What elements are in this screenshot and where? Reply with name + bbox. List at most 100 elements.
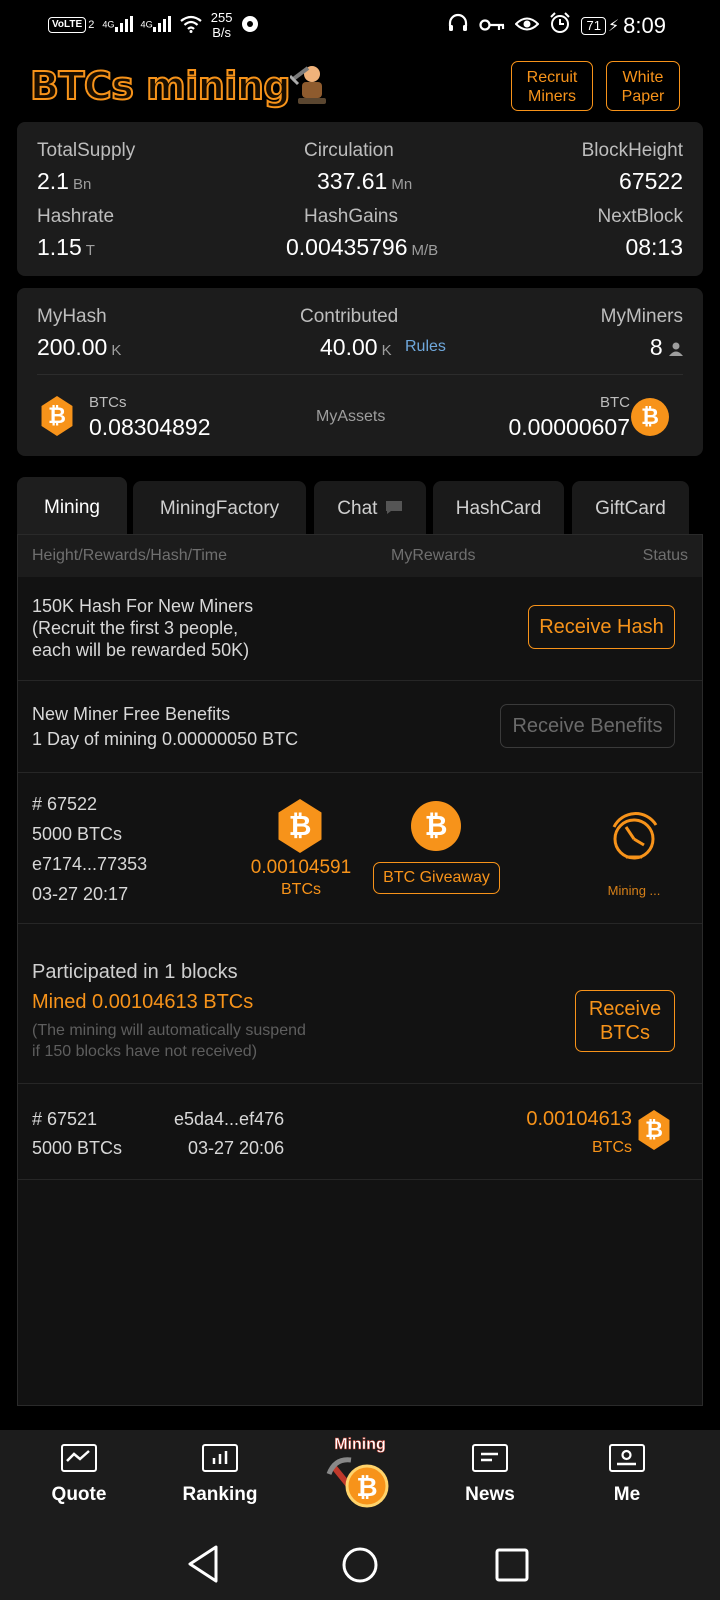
hashrate-value: 1.15 T	[37, 234, 95, 260]
promo-title: 150K Hash For New Miners	[32, 596, 254, 616]
eye-icon	[515, 13, 540, 39]
my-hash-label: MyHash	[37, 306, 107, 327]
network-stats-card: TotalSupply 2.1 Bn Circulation 337.61 Mn B…	[17, 122, 703, 276]
block-hash: e7174...77353	[32, 854, 148, 874]
bar-chart-icon	[202, 1444, 238, 1472]
btc-coin-icon: ₿	[411, 801, 461, 851]
app-logo: BTCs mining	[29, 63, 292, 109]
my-reward-unit: BTCs	[281, 881, 321, 898]
btcs-coin-icon: ₿	[638, 1110, 670, 1150]
status-bar: VoLTE 2 4G 4G 255 B/s 71 ⚡ 8:09	[0, 0, 720, 52]
signal-icon-2: 4G	[141, 15, 171, 35]
white-paper-button[interactable]: White Paper	[606, 61, 680, 111]
mining-status: Mining ...	[607, 883, 661, 898]
tab-mining[interactable]: Mining	[17, 477, 127, 534]
new-miner-benefits-row: New Miner Free Benefits 1 Day of mining …	[18, 681, 702, 773]
battery-indicator: 71	[581, 17, 606, 35]
benefits-title: New Miner Free Benefits	[32, 704, 231, 724]
reward-unit: BTCs	[592, 1139, 632, 1156]
charging-icon: ⚡	[607, 18, 620, 35]
contributed-label: Contributed	[300, 306, 399, 327]
tab-gift-card[interactable]: GiftCard	[572, 481, 689, 534]
bottom-nav: Quote Ranking Mining ₿ News Me	[0, 1430, 720, 1530]
my-hash-value: 200.00 K	[37, 334, 122, 360]
btc-coin-icon: ₿	[631, 398, 669, 436]
svg-text:₿: ₿	[356, 1473, 377, 1503]
total-supply-label: TotalSupply	[37, 140, 136, 161]
headset-icon	[447, 12, 469, 40]
promo-detail: each will be rewarded 50K)	[32, 640, 250, 660]
tab-hash-card[interactable]: HashCard	[433, 481, 564, 534]
suspend-note: (The mining will automatically suspend	[32, 1022, 306, 1039]
col-status-header: Status	[642, 547, 688, 564]
suspend-note: if 150 blocks have not received)	[32, 1043, 258, 1060]
chart-line-icon	[61, 1444, 97, 1472]
shield-icon	[240, 14, 260, 37]
news-icon	[472, 1444, 508, 1472]
nav-quote[interactable]: Quote	[29, 1444, 129, 1506]
reward-amount: 0.00104613	[526, 1108, 632, 1130]
rules-link[interactable]: Rules	[405, 338, 446, 356]
block-time: 03-27 20:17	[32, 884, 129, 904]
promo-detail: (Recruit the first 3 people,	[32, 618, 239, 638]
col-rewards-header: MyRewards	[391, 547, 476, 564]
benefits-detail: 1 Day of mining 0.00000050 BTC	[32, 729, 299, 749]
my-assets-label: MyAssets	[316, 408, 386, 425]
btc-asset-label: BTC	[600, 394, 630, 411]
nav-mining[interactable]: Mining ₿	[310, 1436, 410, 1516]
tab-chat[interactable]: Chat	[314, 481, 426, 534]
circulation-label: Circulation	[304, 140, 394, 161]
next-block-value: 08:13	[625, 234, 683, 260]
mining-clock-icon	[604, 807, 664, 867]
recents-icon[interactable]	[494, 1547, 530, 1583]
net-speed: 255 B/s	[210, 10, 233, 40]
past-block-row[interactable]: # 67521 5000 BTCs e5da4...ef476 03-27 20…	[18, 1084, 702, 1180]
tab-mining-factory[interactable]: MiningFactory	[133, 481, 306, 534]
block-reward: 5000 BTCs	[32, 1138, 123, 1158]
hash-gains-value: 0.00435796 M/B	[286, 234, 439, 260]
home-icon[interactable]	[341, 1546, 379, 1584]
signal-icon-1: 4G	[102, 15, 133, 35]
new-miner-hash-row: 150K Hash For New Miners (Recruit the fi…	[18, 577, 702, 681]
block-time: 03-27 20:06	[188, 1138, 285, 1158]
nav-me[interactable]: Me	[577, 1444, 677, 1506]
btcs-asset-value: 0.08304892	[89, 414, 211, 440]
hashrate-label: Hashrate	[37, 206, 115, 227]
contributed-value: 40.00 K	[320, 334, 392, 360]
wifi-icon	[179, 15, 203, 36]
current-block-row: # 67522 5000 BTCs e7174...77353 03-27 20…	[18, 773, 702, 924]
block-height: # 67522	[32, 794, 98, 814]
block-hash: e5da4...ef476	[174, 1109, 285, 1129]
recruit-miners-button[interactable]: Recruit Miners	[511, 61, 593, 111]
mining-summary-row: Participated in 1 blocks Mined 0.0010461…	[18, 924, 702, 1084]
block-height-label: BlockHeight	[581, 140, 683, 161]
back-icon[interactable]	[186, 1544, 220, 1584]
my-miners-value[interactable]: 8	[650, 334, 683, 361]
btcs-coin-icon: ₿	[41, 396, 73, 436]
miner-mascot-icon	[288, 62, 330, 106]
btc-giveaway-button[interactable]: BTC Giveaway	[373, 862, 500, 894]
divider	[37, 374, 683, 375]
sim-indicator: 2	[88, 19, 95, 31]
btc-asset-value: 0.00000607	[508, 414, 630, 440]
nav-ranking[interactable]: Ranking	[170, 1444, 270, 1506]
receive-btcs-button[interactable]: Receive BTCs	[575, 990, 675, 1052]
my-miners-label: MyMiners	[600, 306, 683, 327]
system-nav-bar	[0, 1530, 720, 1600]
participated-text: Participated in 1 blocks	[32, 961, 238, 983]
col-height-header: Height/Rewards/Hash/Time	[32, 547, 228, 564]
alarm-icon	[549, 12, 571, 40]
clock-time: 8:09	[623, 13, 666, 38]
key-icon	[479, 13, 505, 39]
next-block-label: NextBlock	[597, 206, 683, 227]
my-account-card: MyHash 200.00 K Contributed 40.00 K Rules …	[17, 288, 703, 456]
nav-mining-label: Mining	[334, 1436, 386, 1454]
receive-benefits-button[interactable]: Receive Benefits	[500, 704, 675, 748]
nav-news[interactable]: News	[440, 1444, 540, 1506]
block-height-value: 67522	[619, 168, 683, 194]
volte-indicator: VoLTE	[48, 17, 87, 33]
circulation-value: 337.61 Mn	[317, 168, 413, 194]
mining-panel: Height/Rewards/Hash/Time MyRewards Statu…	[17, 534, 703, 1406]
mined-text: Mined 0.00104613 BTCs	[32, 991, 254, 1013]
receive-hash-button[interactable]: Receive Hash	[528, 605, 675, 649]
